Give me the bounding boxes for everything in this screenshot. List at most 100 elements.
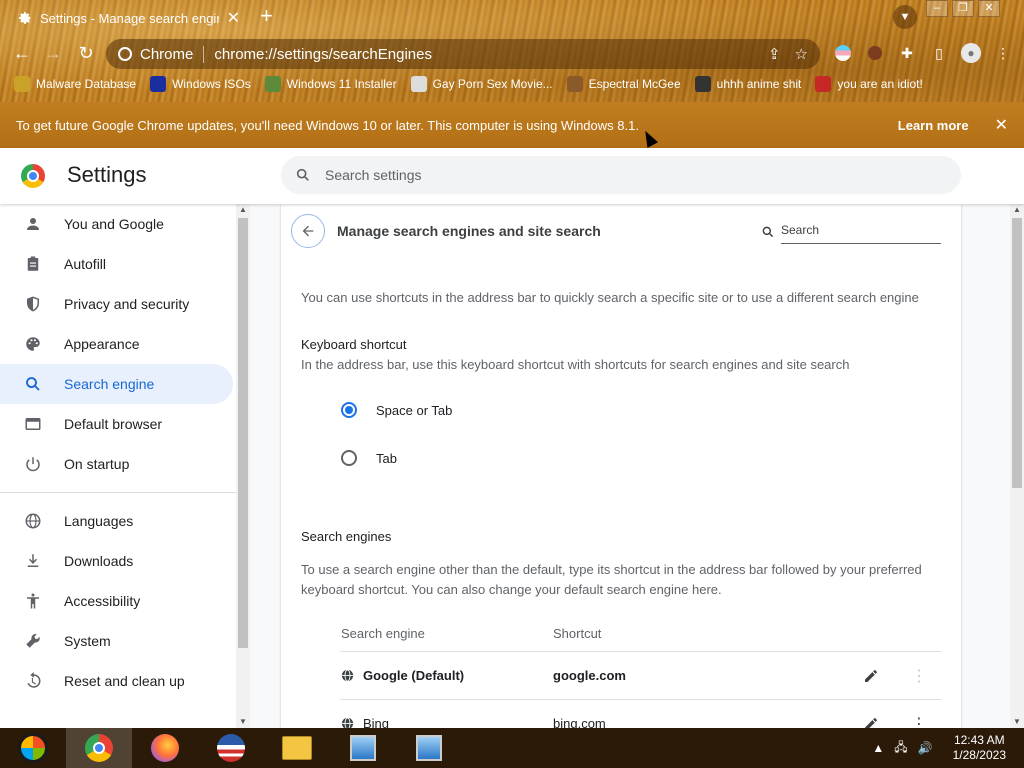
side-panel-icon[interactable]: ▯: [928, 42, 950, 64]
edit-pencil-icon[interactable]: [863, 716, 879, 729]
puzzle-icon[interactable]: ✚: [896, 42, 918, 64]
address-bar[interactable]: Chrome chrome://settings/searchEngines ⇪…: [106, 39, 820, 69]
extension-avatar-icon[interactable]: [864, 42, 886, 64]
scroll-down-arrow-icon[interactable]: ▼: [1010, 716, 1024, 728]
menu-dots-icon[interactable]: ⋮: [992, 42, 1014, 64]
bookmark-star-icon[interactable]: ☆: [795, 45, 808, 63]
tab-close-icon[interactable]: ✕: [227, 8, 240, 28]
bookmark-item[interactable]: Espectral McGee: [566, 76, 681, 92]
bookmark-item[interactable]: Gay Porn Sex Movie...: [410, 76, 553, 92]
sidebar-item-appearance[interactable]: Appearance: [0, 324, 233, 364]
sidebar-item-search-engine[interactable]: Search engine: [0, 364, 233, 404]
site-chip[interactable]: Chrome: [118, 45, 205, 63]
restore-button[interactable]: ❐: [952, 0, 974, 17]
extension-flag-icon[interactable]: [832, 42, 854, 64]
sidebar-item-downloads[interactable]: Downloads: [0, 541, 233, 581]
network-icon[interactable]: 🖧: [894, 738, 907, 759]
scroll-down-arrow-icon[interactable]: ▼: [236, 716, 250, 728]
scroll-up-arrow-icon[interactable]: ▲: [1010, 204, 1024, 216]
infobar-message: To get future Google Chrome updates, you…: [16, 117, 639, 133]
sidebar-item-on-startup[interactable]: On startup: [0, 444, 233, 484]
taskbar-chrome[interactable]: [66, 728, 132, 768]
sidebar-divider: [0, 492, 236, 493]
browser-frame: Settings - Manage search engines ✕ + ▼ –…: [0, 0, 1024, 102]
volume-icon[interactable]: 🔊: [918, 741, 933, 755]
installer-icon: [350, 735, 376, 761]
more-actions-icon[interactable]: ⋮: [911, 666, 927, 686]
engine-search-input[interactable]: Search: [781, 220, 941, 244]
bookmark-label: Malware Database: [36, 77, 137, 91]
back-button[interactable]: [291, 214, 325, 248]
engine-search-field[interactable]: Search: [761, 220, 941, 244]
taskbar-installer-2[interactable]: [396, 728, 462, 768]
sidebar-scroll-thumb[interactable]: [238, 218, 248, 648]
tab-search-button[interactable]: ▼: [893, 5, 917, 29]
radio-unselected-icon[interactable]: [341, 450, 357, 466]
bookmarks-bar: Malware Database Windows ISOs Windows 11…: [0, 72, 1024, 96]
sidebar-item-privacy[interactable]: Privacy and security: [0, 284, 233, 324]
radio-space-or-tab[interactable]: Space or Tab: [341, 402, 452, 418]
forward-arrow-icon[interactable]: →: [42, 42, 64, 64]
settings-header: Settings Search settings: [0, 148, 1024, 204]
gear-icon: [19, 12, 31, 24]
back-arrow-icon[interactable]: ←: [11, 42, 33, 64]
bookmark-label: Espectral McGee: [588, 77, 681, 91]
table-row: Google (Default) google.com ⋮: [340, 652, 941, 700]
sidebar-item-label: Reset and clean up: [64, 673, 185, 689]
taskbar-installer-1[interactable]: [330, 728, 396, 768]
palette-icon: [24, 335, 42, 353]
learn-more-link[interactable]: Learn more: [898, 118, 969, 133]
minimize-button[interactable]: –: [926, 0, 948, 17]
search-icon: [762, 226, 774, 238]
url-text[interactable]: chrome://settings/searchEngines: [204, 46, 768, 63]
sidebar-item-languages[interactable]: Languages: [0, 501, 233, 541]
profile-icon[interactable]: ●: [960, 42, 982, 64]
new-tab-button[interactable]: +: [260, 5, 273, 27]
folder-icon: [282, 736, 312, 760]
main-scrollbar[interactable]: ▲ ▼: [1010, 204, 1024, 728]
windows-logo-icon: [18, 733, 48, 763]
person-icon: [24, 215, 42, 233]
bookmark-item[interactable]: Windows ISOs: [150, 76, 251, 92]
show-hidden-icons-chevron-icon[interactable]: ▲: [872, 741, 884, 755]
scroll-up-arrow-icon[interactable]: ▲: [236, 204, 250, 216]
edit-pencil-icon[interactable]: [863, 668, 879, 684]
sidebar-item-label: You and Google: [64, 216, 164, 232]
close-icon[interactable]: ✕: [995, 115, 1008, 135]
more-actions-icon[interactable]: ⋮: [911, 714, 927, 729]
radio-tab[interactable]: Tab: [341, 450, 397, 466]
section-title: Manage search engines and site search: [337, 223, 601, 239]
bookmark-item[interactable]: Windows 11 Installer: [264, 76, 397, 92]
search-engines-description: To use a search engine other than the de…: [301, 562, 922, 597]
sidebar-item-label: Accessibility: [64, 593, 141, 609]
sidebar-item-default-browser[interactable]: Default browser: [0, 404, 233, 444]
taskbar-firefox[interactable]: [132, 728, 198, 768]
reload-icon[interactable]: ↻: [75, 42, 97, 64]
sidebar-item-label: Default browser: [64, 416, 163, 432]
bookmark-favicon-icon: [150, 76, 167, 92]
radio-selected-icon[interactable]: [341, 402, 357, 418]
bookmark-favicon-icon: [815, 76, 832, 92]
settings-search-input[interactable]: Search settings: [281, 156, 961, 194]
sidebar-item-accessibility[interactable]: Accessibility: [0, 581, 233, 621]
sidebar-item-you-and-google[interactable]: You and Google: [0, 204, 233, 244]
sidebar-item-reset[interactable]: Reset and clean up: [0, 661, 233, 701]
taskbar-obama-app[interactable]: [198, 728, 264, 768]
share-icon[interactable]: ⇪: [768, 45, 781, 63]
bookmark-item[interactable]: Malware Database: [14, 76, 136, 92]
sidebar-item-autofill[interactable]: Autofill: [0, 244, 233, 284]
start-button[interactable]: [0, 728, 66, 768]
sidebar-scrollbar[interactable]: ▲ ▼: [236, 204, 250, 728]
keyboard-shortcut-description: In the address bar, use this keyboard sh…: [301, 357, 850, 372]
bookmark-item[interactable]: you are an idiot!: [815, 76, 923, 92]
active-tab[interactable]: Settings - Manage search engines ✕: [8, 4, 250, 32]
sidebar-item-system[interactable]: System: [0, 621, 233, 661]
main-scroll-thumb[interactable]: [1012, 218, 1022, 488]
tab-title: Settings - Manage search engines: [40, 10, 219, 26]
taskbar-file-explorer[interactable]: [264, 728, 330, 768]
search-icon: [296, 168, 309, 181]
bookmark-item[interactable]: uhhh anime shit: [694, 76, 801, 92]
clock[interactable]: 12:43 AM 1/28/2023: [953, 733, 1006, 763]
column-header-engine: Search engine: [341, 626, 425, 641]
close-window-button[interactable]: ✕: [978, 0, 1000, 17]
